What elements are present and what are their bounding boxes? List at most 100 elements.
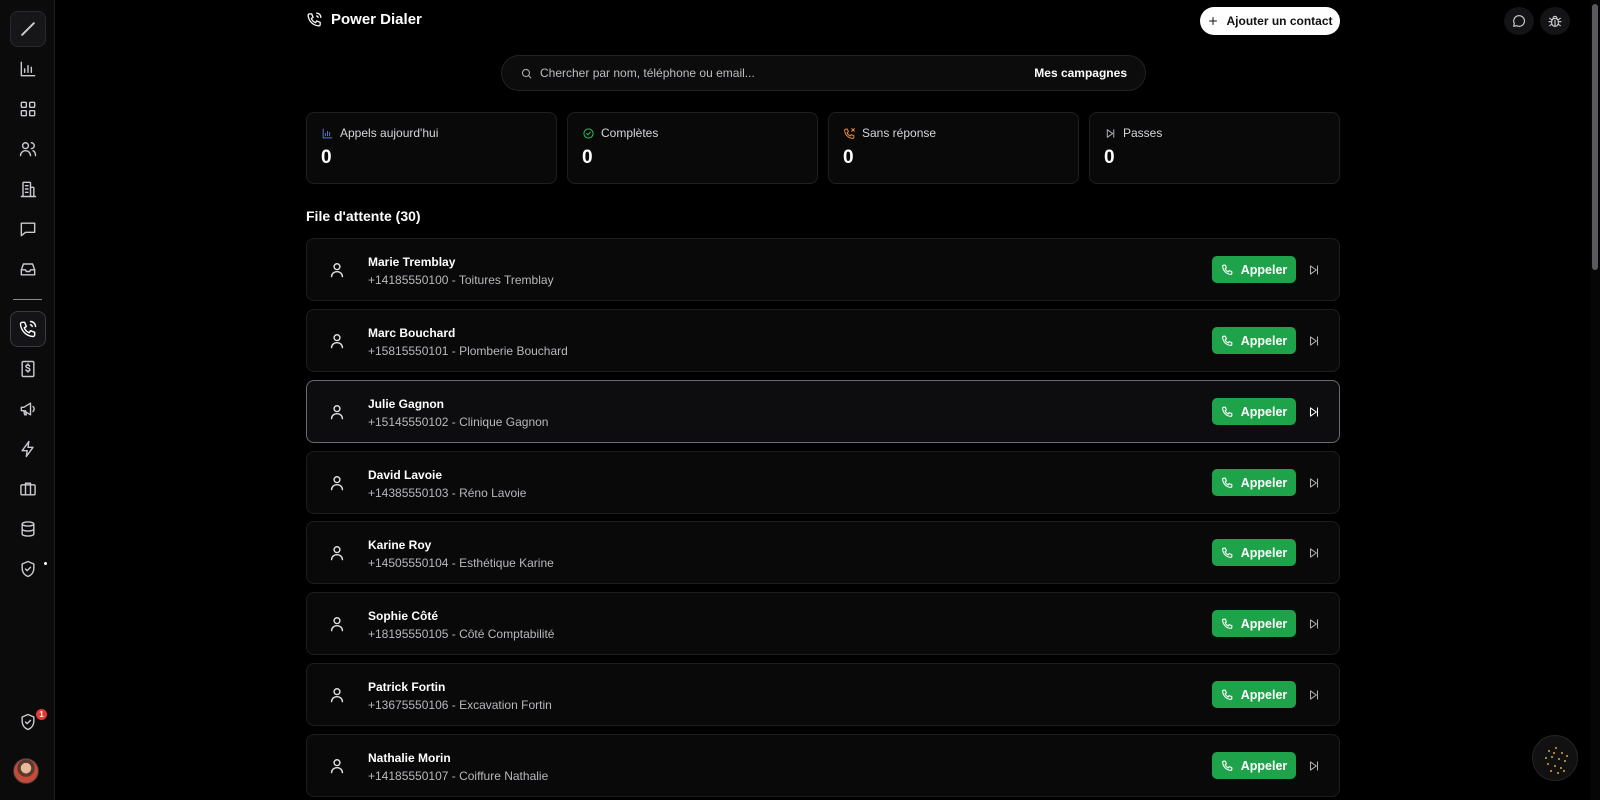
- call-button[interactable]: Appeler: [1212, 610, 1296, 637]
- call-button[interactable]: Appeler: [1212, 681, 1296, 708]
- database-icon[interactable]: [10, 511, 46, 547]
- campaigns-icon[interactable]: [10, 391, 46, 427]
- stat-label: Passes: [1123, 126, 1163, 140]
- contact-detail: +15815550101 - Plomberie Bouchard: [368, 344, 568, 358]
- phone-icon: [1221, 547, 1233, 558]
- person-icon: [327, 614, 347, 634]
- phone-icon: [1221, 689, 1233, 700]
- queue-row[interactable]: Marc Bouchard +15815550101 - Plomberie Bo…: [306, 309, 1340, 372]
- skip-icon: [1309, 761, 1319, 771]
- call-button[interactable]: Appeler: [1212, 539, 1296, 566]
- skip-button[interactable]: [1305, 261, 1323, 279]
- search-bar: Mes campagnes: [501, 55, 1146, 91]
- bar-chart-icon: [322, 128, 333, 138]
- stat-value: 0: [582, 147, 593, 168]
- stat-label: Appels aujourd'hui: [340, 126, 439, 140]
- queue-row[interactable]: Nathalie Morin +14185550107 - Coiffure Na…: [306, 734, 1340, 797]
- logo-icon[interactable]: [10, 11, 46, 47]
- analytics-icon[interactable]: [10, 51, 46, 87]
- person-icon: [327, 402, 347, 422]
- stat-card-no-answer: Sans réponse 0: [828, 112, 1079, 184]
- bug-icon[interactable]: [1540, 7, 1570, 35]
- phone-icon[interactable]: [10, 311, 46, 347]
- add-contact-button[interactable]: Ajouter un contact: [1200, 7, 1340, 35]
- search-input[interactable]: [540, 66, 1035, 80]
- contact-name: Sophie Côté: [368, 609, 439, 623]
- scrollbar-thumb[interactable]: [1592, 4, 1598, 270]
- messages-icon[interactable]: [10, 211, 46, 247]
- sidebar-status-dot: [44, 562, 47, 565]
- skip-button[interactable]: [1305, 757, 1323, 775]
- skip-icon: [1309, 619, 1319, 629]
- phone-icon: [1221, 335, 1233, 346]
- call-button[interactable]: Appeler: [1212, 752, 1296, 779]
- chat-icon[interactable]: [1504, 7, 1534, 35]
- dashboard-icon[interactable]: [10, 91, 46, 127]
- stat-card-skipped: Passes 0: [1089, 112, 1340, 184]
- user-avatar[interactable]: [13, 758, 39, 784]
- phone-icon: [1221, 618, 1233, 629]
- contact-detail: +13675550106 - Excavation Fortin: [368, 698, 552, 712]
- my-campaigns-link[interactable]: Mes campagnes: [1034, 66, 1127, 80]
- contact-detail: +14185550100 - Toitures Tremblay: [368, 273, 554, 287]
- skip-icon: [1309, 548, 1319, 558]
- notification-badge: 1: [36, 709, 47, 720]
- call-button-label: Appeler: [1240, 333, 1288, 348]
- skip-button[interactable]: [1305, 474, 1323, 492]
- queue-row[interactable]: Marie Tremblay +14185550100 - Toitures Tr…: [306, 238, 1340, 301]
- queue-row[interactable]: Julie Gagnon +15145550102 - Clinique Gagn…: [306, 380, 1340, 443]
- skip-button[interactable]: [1305, 686, 1323, 704]
- jobs-icon[interactable]: [10, 471, 46, 507]
- phone-icon: [1221, 760, 1233, 771]
- call-button[interactable]: Appeler: [1212, 327, 1296, 354]
- assistant-widget-button[interactable]: [1532, 735, 1578, 781]
- person-icon: [327, 473, 347, 493]
- automations-icon[interactable]: [10, 431, 46, 467]
- queue-row[interactable]: Karine Roy +14505550104 - Esthétique Kari…: [306, 521, 1340, 584]
- plus-icon: [1209, 17, 1218, 25]
- companies-icon[interactable]: [10, 171, 46, 207]
- search-icon: [521, 68, 532, 78]
- person-icon: [327, 331, 347, 351]
- contact-detail: +14385550103 - Réno Lavoie: [368, 486, 527, 500]
- queue-title: File d'attente (30): [306, 208, 421, 224]
- stat-label: Sans réponse: [862, 126, 937, 140]
- queue-row[interactable]: David Lavoie +14385550103 - Réno Lavoie Ap…: [306, 451, 1340, 514]
- skip-icon: [1309, 690, 1319, 700]
- queue-row[interactable]: Sophie Côté +18195550105 - Côté Comptabil…: [306, 592, 1340, 655]
- call-button[interactable]: Appeler: [1212, 398, 1296, 425]
- skip-button[interactable]: [1305, 332, 1323, 350]
- contact-name: Nathalie Morin: [368, 751, 451, 765]
- call-button-label: Appeler: [1240, 687, 1288, 702]
- security-icon[interactable]: [10, 551, 46, 587]
- phone-icon: [1221, 477, 1233, 488]
- contact-name: Marc Bouchard: [368, 326, 456, 340]
- call-button[interactable]: Appeler: [1212, 469, 1296, 496]
- skip-button[interactable]: [1305, 615, 1323, 633]
- scrollbar[interactable]: [1590, 0, 1600, 800]
- skip-icon: [1106, 128, 1115, 138]
- contact-name: David Lavoie: [368, 468, 443, 482]
- contacts-icon[interactable]: [10, 131, 46, 167]
- page-title-text: Power Dialer: [331, 11, 422, 28]
- stat-value: 0: [321, 147, 332, 168]
- person-icon: [327, 685, 347, 705]
- queue-row[interactable]: Patrick Fortin +13675550106 - Excavation …: [306, 663, 1340, 726]
- sidebar: 1: [0, 0, 55, 800]
- call-button-label: Appeler: [1240, 758, 1288, 773]
- skip-button[interactable]: [1305, 403, 1323, 421]
- call-button-label: Appeler: [1240, 404, 1288, 419]
- contact-detail: +18195550105 - Côté Comptabilité: [368, 627, 555, 641]
- skip-icon: [1309, 407, 1319, 417]
- phone-missed-icon: [844, 127, 855, 139]
- call-button-label: Appeler: [1240, 545, 1288, 560]
- stat-card-calls-today: Appels aujourd'hui 0: [306, 112, 557, 184]
- call-button-label: Appeler: [1240, 475, 1288, 490]
- invoices-icon[interactable]: [10, 351, 46, 387]
- contact-name: Julie Gagnon: [368, 397, 445, 411]
- contact-name: Patrick Fortin: [368, 680, 446, 694]
- call-button[interactable]: Appeler: [1212, 256, 1296, 283]
- inbox-icon[interactable]: [10, 251, 46, 287]
- skip-button[interactable]: [1305, 544, 1323, 562]
- skip-icon: [1309, 336, 1319, 346]
